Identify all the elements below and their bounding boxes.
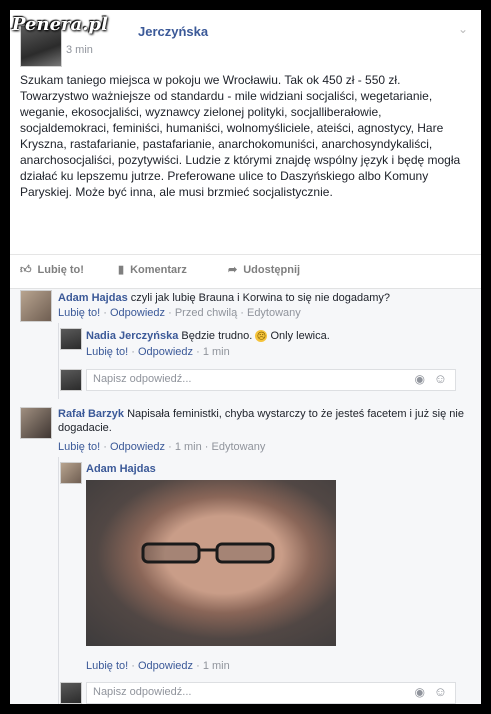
- comment-avatar[interactable]: [20, 290, 52, 322]
- reply-input[interactable]: Napisz odpowiedź... ◉ ☺: [86, 369, 456, 391]
- comment-time: 1 min · Edytowany: [174, 441, 266, 453]
- comment-body: Adam Hajdas czyli jak lubię Brauna i Kor…: [58, 291, 468, 305]
- post-text: Szukam taniego miejsca w pokoju we Wrocł…: [20, 73, 461, 199]
- camera-icon[interactable]: ◉: [415, 372, 425, 386]
- reply-thread-line: [58, 323, 59, 399]
- post-actions-bar: 👍︎ Lubię to! ▮ Komentarz ➦ Udostępnij: [10, 254, 481, 287]
- thumbs-up-icon: 👍︎: [20, 264, 32, 276]
- reply-meta: Lubię to! · Odpowiedz · 1 min: [86, 660, 230, 672]
- share-label: Udostępnij: [243, 263, 301, 276]
- reply-body: Nadia Jerczyńska Będzie trudno. ☹ Only l…: [86, 329, 466, 343]
- reply-input-placeholder: Napisz odpowiedź...: [93, 373, 192, 385]
- comment-meta: Lubię to! · Odpowiedz · 1 min · Edytowan…: [58, 441, 266, 453]
- reply-meta: Lubię to! · Odpowiedz · 1 min: [86, 346, 230, 358]
- comment-meta: Lubię to! · Odpowiedz · Przed chwilą · E…: [58, 307, 301, 319]
- post-timestamp[interactable]: 3 min: [66, 44, 93, 56]
- reply-reply-link[interactable]: Odpowiedz: [138, 660, 193, 672]
- reply-time: 1 min: [202, 660, 230, 672]
- reply-like-link[interactable]: Lubię to!: [86, 660, 128, 672]
- comment-like-link[interactable]: Lubię to!: [58, 441, 100, 453]
- comment-time: Przed chwilą · Edytowany: [174, 307, 301, 319]
- comment-button[interactable]: ▮ Komentarz: [118, 263, 187, 277]
- like-button[interactable]: 👍︎ Lubię to!: [20, 263, 84, 277]
- reply-body: Adam Hajdas: [86, 462, 156, 476]
- reply-text: Będzie trudno.: [181, 330, 253, 342]
- reply-text-2: Only lewica.: [270, 330, 330, 342]
- share-button[interactable]: ➦ Udostępnij: [228, 263, 301, 277]
- reply-author[interactable]: Nadia Jerczyńska: [86, 330, 178, 342]
- comment-reply-link[interactable]: Odpowiedz: [110, 307, 165, 319]
- worried-face-icon: ☹: [255, 330, 268, 343]
- camera-icon[interactable]: ◉: [415, 685, 425, 699]
- comment-author[interactable]: Adam Hajdas: [58, 292, 128, 304]
- reply-photo[interactable]: [86, 480, 336, 646]
- reply-input[interactable]: Napisz odpowiedź... ◉ ☺: [86, 682, 456, 704]
- chevron-down-icon[interactable]: ⌄: [458, 22, 468, 36]
- watermark-logo: Penera.pl: [12, 14, 108, 35]
- comment-text: czyli jak lubię Brauna i Korwina to się …: [130, 292, 391, 304]
- reply-time: 1 min: [202, 346, 230, 358]
- reply-like-link[interactable]: Lubię to!: [86, 346, 128, 358]
- reply-input-placeholder: Napisz odpowiedź...: [93, 686, 192, 698]
- reply-avatar[interactable]: [60, 462, 82, 484]
- comment-author[interactable]: Rafał Barzyk: [58, 408, 124, 420]
- share-arrow-icon: ➦: [228, 264, 238, 276]
- comment-label: Komentarz: [130, 263, 187, 276]
- comment-like-link[interactable]: Lubię to!: [58, 307, 100, 319]
- facebook-post-card: Penera.pl Jerczyńska 3 min ⌄ Szukam tani…: [10, 10, 481, 704]
- comment-body: Rafał Barzyk Napisała feministki, chyba …: [58, 407, 468, 435]
- reply-thread-line: [58, 457, 59, 704]
- comment-bubble-icon: ▮: [118, 264, 125, 276]
- reply-box-avatar: [60, 682, 82, 704]
- reply-reply-link[interactable]: Odpowiedz: [138, 346, 193, 358]
- reply-avatar[interactable]: [60, 328, 82, 350]
- comment-reply-link[interactable]: Odpowiedz: [110, 441, 165, 453]
- reply-box-avatar: [60, 369, 82, 391]
- like-label: Lubię to!: [37, 263, 84, 276]
- reply-author[interactable]: Adam Hajdas: [86, 463, 156, 475]
- glasses-shape: [141, 542, 275, 564]
- comment-avatar[interactable]: [20, 407, 52, 439]
- smiley-icon[interactable]: ☺: [434, 684, 447, 699]
- post-author-name[interactable]: Jerczyńska: [138, 24, 208, 39]
- smiley-icon[interactable]: ☺: [434, 371, 447, 386]
